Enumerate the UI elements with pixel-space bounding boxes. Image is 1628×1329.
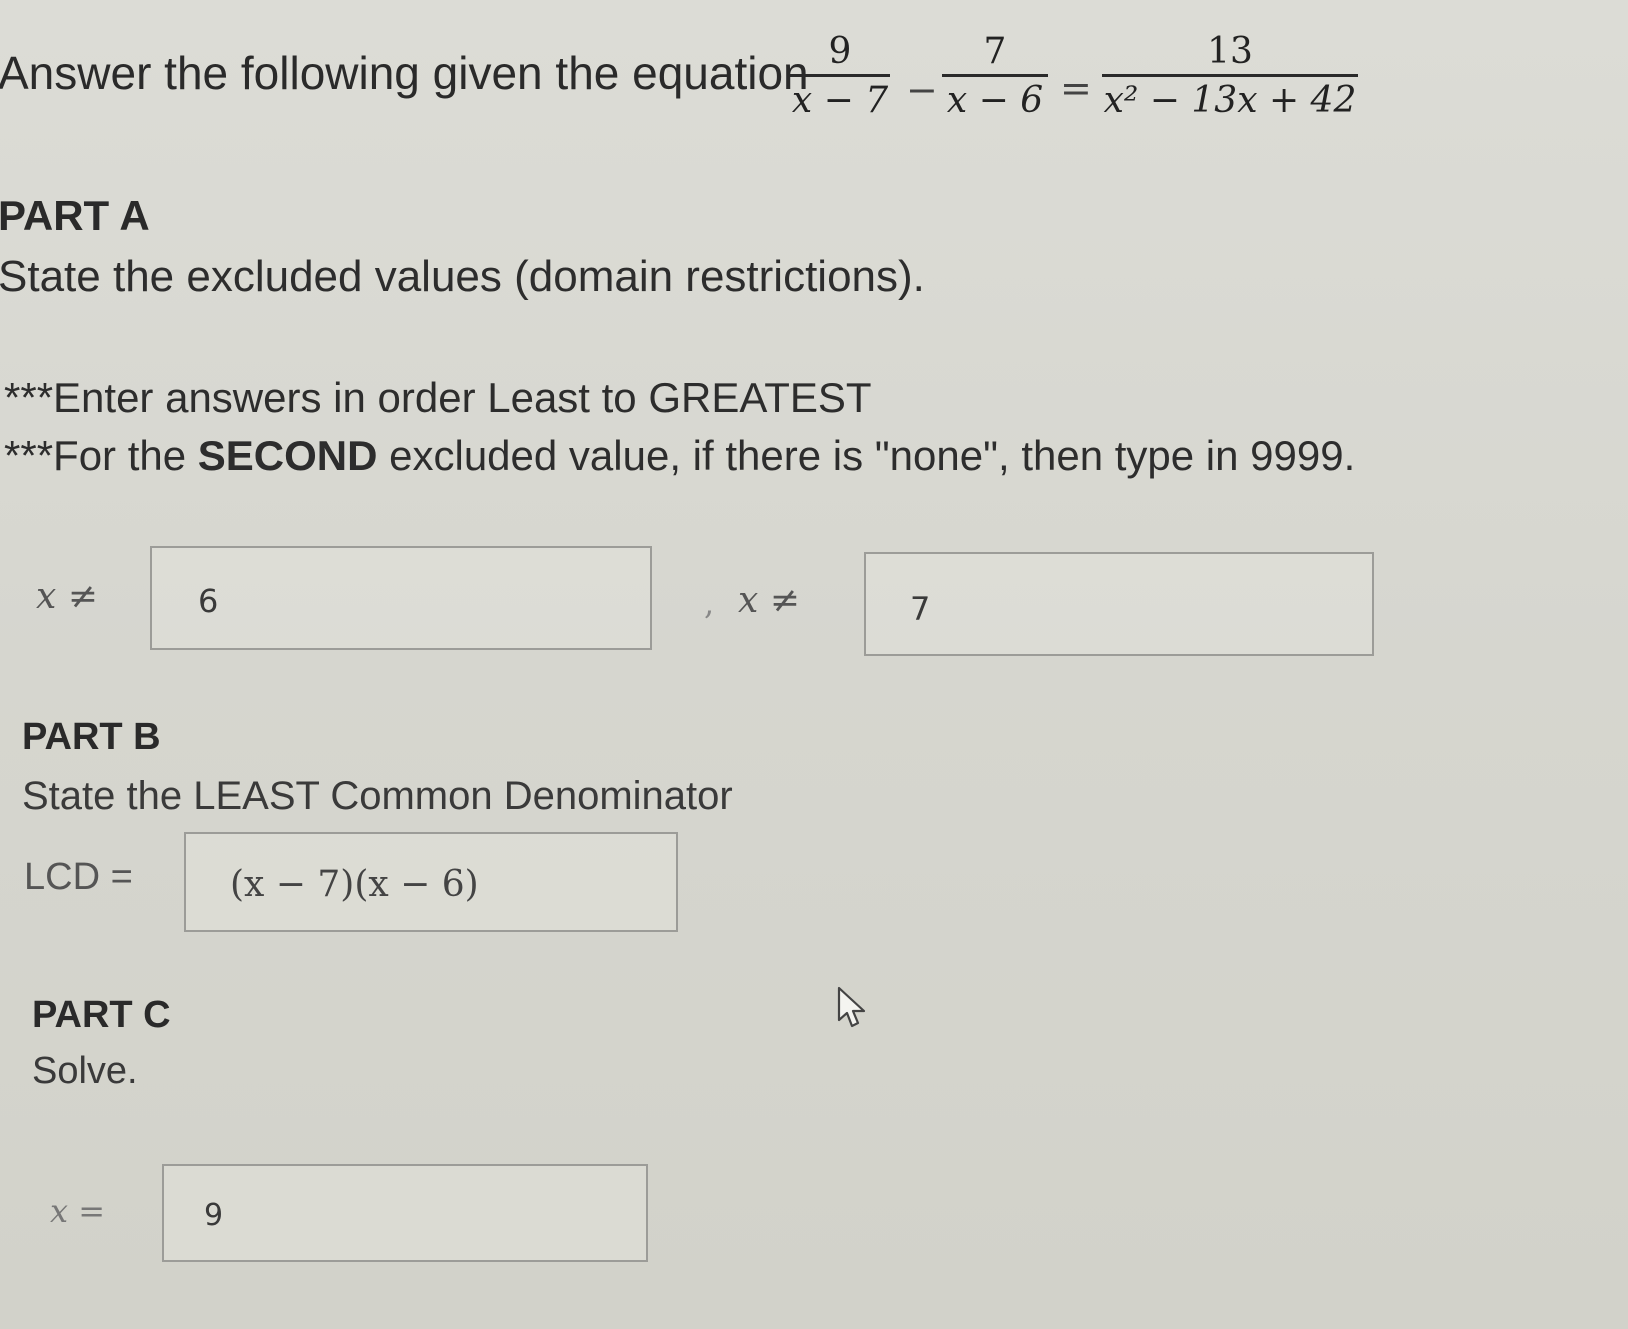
mouse-pointer-icon bbox=[836, 986, 870, 1035]
lcd-answer-text: (x − 7)(x − 6) bbox=[230, 864, 479, 905]
solution-label: x = bbox=[50, 1192, 106, 1230]
fraction-2-denominator: x − 6 bbox=[946, 80, 1044, 121]
fraction-term-1: 9 x − 7 bbox=[790, 30, 890, 125]
fraction-1-numerator: 9 bbox=[828, 31, 852, 72]
excluded-value-1-input[interactable]: 6 bbox=[150, 546, 652, 650]
minus-operator: − bbox=[906, 68, 938, 112]
instruction-order: ***Enter answers in order Least to GREAT… bbox=[4, 374, 872, 421]
part-b-prompt: State the LEAST Common Denominator bbox=[22, 774, 733, 818]
fraction-1-denominator: x − 7 bbox=[791, 80, 889, 121]
question-prompt: Answer the following given the equation bbox=[0, 47, 809, 99]
instruction-2-bold: SECOND bbox=[197, 432, 378, 479]
excluded-value-1-text: 6 bbox=[198, 582, 219, 620]
part-a-heading: PART A bbox=[0, 192, 150, 239]
solution-answer-text: 9 bbox=[204, 1198, 224, 1233]
part-a-prompt: State the excluded values (domain restri… bbox=[0, 252, 925, 301]
equals-operator: = bbox=[1060, 66, 1092, 110]
instruction-2-suffix: excluded value, if there is "none", then… bbox=[377, 432, 1356, 479]
part-c-prompt: Solve. bbox=[32, 1050, 138, 1092]
comma-separator: , bbox=[704, 584, 715, 622]
solution-input[interactable]: 9 bbox=[162, 1164, 648, 1262]
part-c-heading: PART C bbox=[32, 994, 171, 1036]
lcd-label: LCD = bbox=[24, 856, 133, 898]
instruction-second-value: ***For the SECOND excluded value, if the… bbox=[4, 432, 1355, 480]
fraction-3-denominator: x² − 13x + 42 bbox=[1103, 80, 1357, 121]
excluded-label-1: x ≠ bbox=[36, 576, 98, 617]
part-b-heading: PART B bbox=[22, 716, 161, 758]
fraction-2-numerator: 7 bbox=[983, 31, 1007, 72]
fraction-term-3: 13 x² − 13x + 42 bbox=[1102, 30, 1358, 125]
excluded-value-2-input[interactable]: 7 bbox=[864, 552, 1374, 656]
fraction-term-2: 7 x − 6 bbox=[942, 30, 1048, 125]
fraction-3-numerator: 13 bbox=[1207, 31, 1253, 72]
instruction-2-prefix: ***For the bbox=[4, 432, 198, 479]
excluded-value-2-text: 7 bbox=[910, 590, 931, 628]
excluded-label-2: x ≠ bbox=[738, 580, 800, 621]
lcd-input[interactable]: (x − 7)(x − 6) bbox=[184, 832, 678, 932]
